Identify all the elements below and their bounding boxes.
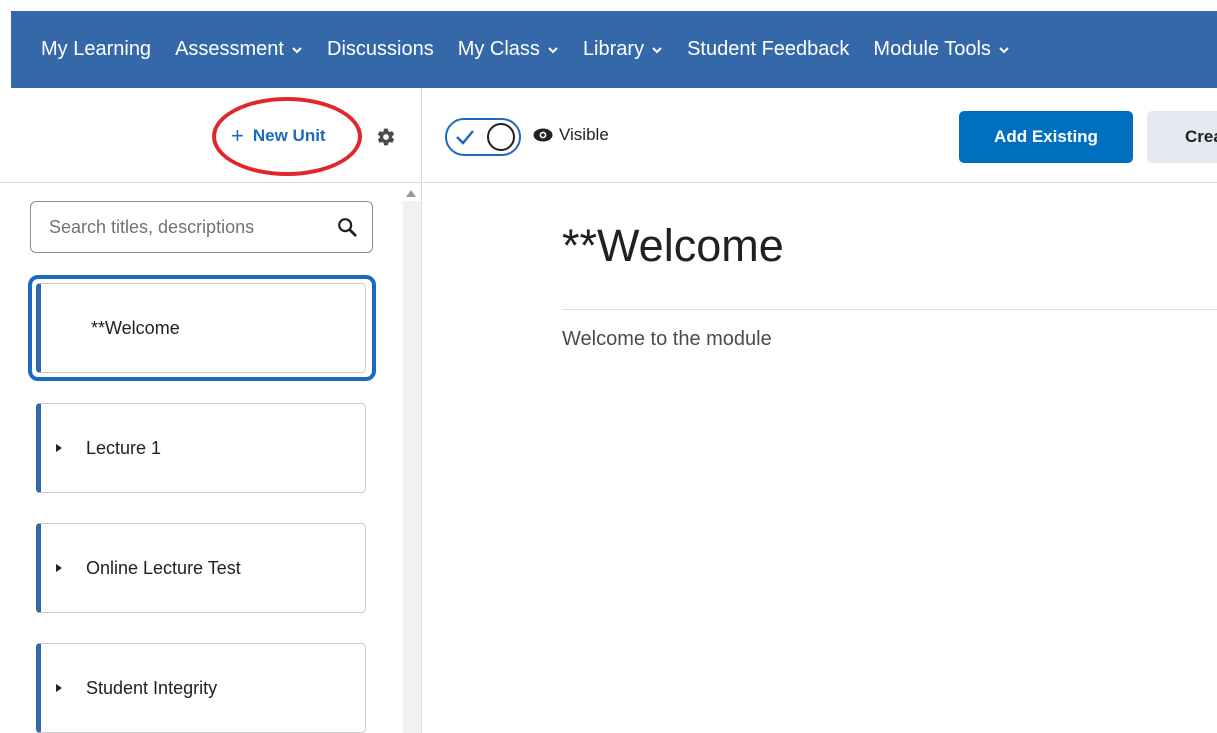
units-sidebar: + New Unit **Welcome Lecture 1 Online Le… [0,88,422,733]
nav-item-label: My Class [457,38,540,60]
new-unit-label: New Unit [252,126,326,145]
sidebar-header: + New Unit [0,88,422,183]
unit-item-online-lecture-test[interactable]: Online Lecture Test [36,523,366,613]
nav-item-library[interactable]: Library [583,38,663,61]
search-input[interactable] [49,216,319,238]
visibility-toggle[interactable] [445,118,521,156]
unit-title: **Welcome [91,317,180,338]
chevron-down-icon [548,46,558,53]
unit-title: Lecture 1 [86,437,162,458]
unit-item-welcome[interactable]: **Welcome [36,283,366,373]
nav-item-label: Student Feedback [687,38,850,60]
nav-item-label: Module Tools [873,38,991,60]
checkmark-icon [456,130,474,145]
content-toolbar: Visible Add Existing Crea [423,88,1217,183]
nav-item-label: My Learning [41,38,152,60]
visibility-label: Visible [559,125,609,144]
chevron-down-icon [652,46,662,53]
create-new-button[interactable]: Crea [1147,111,1217,163]
sidebar-scrollbar[interactable] [403,201,421,733]
unit-title: Online Lecture Test [86,557,241,578]
plus-icon: + [231,123,244,148]
expand-caret-icon[interactable] [55,443,63,453]
search-box [30,201,373,253]
eye-icon [533,128,553,142]
nav-item-assessment[interactable]: Assessment [175,38,303,61]
gear-icon[interactable] [376,127,396,147]
content-divider [562,309,1217,310]
chevron-down-icon [292,46,302,53]
add-existing-label: Add Existing [994,127,1098,146]
expand-caret-icon[interactable] [55,683,63,693]
unit-content-title: **Welcome [562,220,784,271]
scroll-up-arrow-icon[interactable] [406,190,416,197]
nav-item-my-class[interactable]: My Class [458,38,559,61]
add-existing-button[interactable]: Add Existing [959,111,1133,163]
nav-item-discussions[interactable]: Discussions [327,38,434,61]
nav-item-module-tools[interactable]: Module Tools [873,38,1009,61]
unit-item-lecture-1[interactable]: Lecture 1 [36,403,366,493]
new-unit-button[interactable]: + New Unit [231,123,326,148]
nav-item-my-learning[interactable]: My Learning [41,38,151,61]
toggle-knob [487,123,515,151]
chevron-down-icon [999,46,1009,53]
expand-caret-icon[interactable] [55,563,63,573]
nav-item-label: Library [582,38,645,60]
nav-item-label: Discussions [327,38,434,60]
visibility-status: Visible [533,125,609,145]
nav-item-label: Assessment [175,38,284,60]
create-label: Crea [1185,127,1217,146]
nav-item-student-feedback[interactable]: Student Feedback [687,38,849,61]
unit-title: Student Integrity [86,677,218,698]
unit-content-description: Welcome to the module [562,328,772,350]
unit-item-student-integrity[interactable]: Student Integrity [36,643,366,733]
search-icon[interactable] [336,216,358,238]
top-navigation-bar: My Learning Assessment Discussions My Cl… [11,11,1217,88]
